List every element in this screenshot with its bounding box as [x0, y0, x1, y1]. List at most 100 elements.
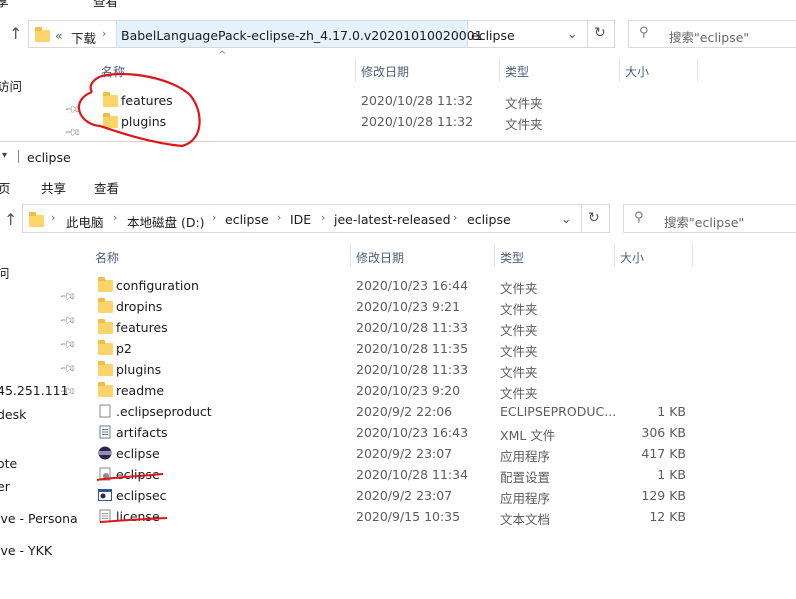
breadcrumb-overflow[interactable]: «	[55, 28, 63, 43]
up-arrow-icon[interactable]: ↑	[9, 24, 22, 43]
file-date: 2020/10/23 9:20	[356, 383, 461, 398]
pin-icon[interactable]: 📌︎	[58, 335, 77, 354]
chevron-right-icon[interactable]: ›	[455, 27, 459, 40]
nav-item-quick-access[interactable]: 访问	[0, 76, 22, 95]
file-row[interactable]: artifacts 2020/10/23 16:43 XML 文件 306 KB	[95, 422, 695, 443]
breadcrumb-babel-pack[interactable]: BabelLanguagePack-eclipse-zh_4.17.0.v202…	[121, 28, 483, 43]
breadcrumb-jee-latest[interactable]: jee-latest-released	[334, 212, 451, 227]
pin-icon[interactable]: 📌︎	[58, 311, 77, 330]
ribbon-tab-view[interactable]: 查看	[94, 178, 119, 197]
nav-item-folder[interactable]: er	[0, 479, 10, 494]
file-size: 1 KB	[657, 467, 686, 482]
address-bar[interactable]: › 此电脑 › 本地磁盘 (D:) › eclipse › IDE › jee-…	[22, 204, 610, 233]
search-input[interactable]: 搜索"eclipse"	[669, 27, 749, 46]
chevron-right-icon[interactable]: ›	[212, 211, 216, 224]
file-row[interactable]: license 2020/9/15 10:35 文本文档 12 KB	[95, 506, 695, 527]
column-divider[interactable]	[355, 58, 356, 82]
file-row[interactable]: plugins 2020/10/28 11:33 文件夹	[95, 359, 695, 380]
folder-icon	[98, 382, 113, 397]
column-divider[interactable]	[499, 58, 500, 82]
column-header-size[interactable]: 大小	[620, 249, 644, 266]
search-box[interactable]: ⚲ 搜索"eclipse"	[628, 20, 796, 48]
file-type: 文件夹	[500, 323, 538, 338]
up-arrow-icon[interactable]: ↑	[4, 210, 17, 229]
column-header-name[interactable]: 名称	[101, 63, 125, 80]
file-date: 2020/9/15 10:35	[356, 509, 461, 524]
file-row[interactable]: features 2020/10/28 11:32 文件夹	[100, 90, 700, 111]
search-box[interactable]: ⚲ 搜索"eclipse"	[623, 204, 796, 233]
pin-icon[interactable]: 📌︎	[58, 359, 77, 378]
file-date: 2020/10/23 16:43	[356, 425, 469, 440]
nav-item-onedrive-personal[interactable]: ive - Persona	[0, 511, 78, 526]
nav-item-onedrive-ykk[interactable]: ive - YKK	[0, 543, 52, 558]
nav-item-quick-access[interactable]: 问	[0, 263, 10, 282]
file-name: features	[116, 320, 168, 335]
text-file-icon	[98, 509, 112, 523]
column-divider[interactable]	[350, 243, 351, 267]
breadcrumb-eclipse-root[interactable]: eclipse	[225, 212, 269, 227]
file-date: 2020/9/2 22:06	[356, 404, 453, 419]
chevron-right-icon[interactable]: ›	[113, 211, 117, 224]
column-divider[interactable]	[494, 243, 495, 267]
file-date: 2020/10/28 11:33	[356, 362, 469, 377]
file-row[interactable]: eclipse 2020/10/28 11:34 配置设置 1 KB	[95, 464, 695, 485]
nav-item-onenote[interactable]: ote	[0, 456, 17, 471]
breadcrumb-this-pc[interactable]: 此电脑	[66, 212, 104, 231]
file-row[interactable]: features 2020/10/28 11:33 文件夹	[95, 317, 695, 338]
search-input[interactable]: 搜索"eclipse"	[664, 212, 744, 231]
file-type: 应用程序	[500, 449, 551, 464]
file-row[interactable]: eclipse 2020/9/2 23:07 应用程序 417 KB	[95, 443, 695, 464]
column-divider[interactable]	[692, 243, 693, 267]
column-header-type[interactable]: 类型	[500, 249, 524, 266]
chevron-down-icon[interactable]: ⌄	[567, 26, 577, 41]
file-row[interactable]: .eclipseproduct 2020/9/2 22:06 ECLIPSEPROD…	[95, 401, 695, 422]
column-divider[interactable]	[619, 58, 620, 82]
chevron-down-icon[interactable]: ⌄	[561, 211, 571, 226]
pin-icon[interactable]: 📌︎	[63, 123, 82, 141]
chevron-right-icon[interactable]: ›	[453, 211, 457, 224]
chevron-right-icon[interactable]: ›	[321, 211, 325, 224]
refresh-icon[interactable]: ↻	[588, 210, 600, 226]
pin-icon[interactable]: 📌︎	[58, 287, 77, 306]
ribbon-tab-file[interactable]: 页	[0, 178, 11, 197]
breadcrumb-local-disk[interactable]: 本地磁盘 (D:)	[127, 212, 205, 231]
file-type: 文件夹	[500, 281, 538, 296]
column-divider[interactable]	[614, 243, 615, 267]
file-row[interactable]: eclipsec 2020/9/2 23:07 应用程序 129 KB	[95, 485, 695, 506]
nav-item-network-location[interactable]: 45.251.111	[0, 383, 69, 398]
file-type: 文件夹	[505, 96, 543, 111]
file-row[interactable]: readme 2020/10/23 9:20 文件夹	[95, 380, 695, 401]
column-header-type[interactable]: 类型	[505, 63, 529, 80]
nav-item-desktop[interactable]: desk	[0, 407, 26, 422]
breadcrumb-ide[interactable]: IDE	[290, 212, 311, 227]
file-date: 2020/9/2 23:07	[356, 488, 453, 503]
breadcrumb-downloads[interactable]: 下载	[71, 28, 96, 47]
file-date: 2020/9/2 23:07	[356, 446, 453, 461]
file-name: eclipse	[116, 467, 160, 482]
chevron-right-icon[interactable]: ›	[277, 211, 281, 224]
column-header-date[interactable]: 修改日期	[361, 63, 409, 80]
quick-access-toolbar-icon[interactable]: ▾	[2, 150, 7, 161]
refresh-icon[interactable]: ↻	[594, 25, 606, 41]
ribbon-tab-share[interactable]: 共享	[41, 178, 66, 197]
column-header-name[interactable]: 名称	[95, 249, 119, 266]
breadcrumb-eclipse[interactable]: eclipse	[471, 28, 515, 43]
column-header-date[interactable]: 修改日期	[356, 249, 404, 266]
ribbon-tab-share-partial[interactable]: 享	[0, 0, 9, 10]
file-date: 2020/10/23 9:21	[356, 299, 461, 314]
file-date: 2020/10/28 11:32	[361, 114, 474, 129]
file-name: .eclipseproduct	[116, 404, 212, 419]
pin-icon[interactable]: 📌︎	[63, 100, 82, 119]
file-row[interactable]: dropins 2020/10/23 9:21 文件夹	[95, 296, 695, 317]
chevron-right-icon[interactable]: ›	[51, 211, 55, 224]
chevron-right-icon[interactable]: ›	[102, 27, 106, 40]
ribbon-tab-view-partial[interactable]: 查看	[93, 0, 118, 10]
file-row[interactable]: configuration 2020/10/23 16:44 文件夹	[95, 275, 695, 296]
breadcrumb-eclipse[interactable]: eclipse	[467, 212, 511, 227]
address-bar[interactable]: « 下载 › BabelLanguagePack-eclipse-zh_4.17…	[28, 20, 615, 48]
file-row[interactable]: p2 2020/10/28 11:35 文件夹	[95, 338, 695, 359]
column-header-size[interactable]: 大小	[625, 63, 649, 80]
config-file-icon	[98, 467, 112, 481]
file-row[interactable]: plugins 2020/10/28 11:32 文件夹	[100, 111, 700, 132]
column-divider[interactable]	[697, 58, 698, 82]
